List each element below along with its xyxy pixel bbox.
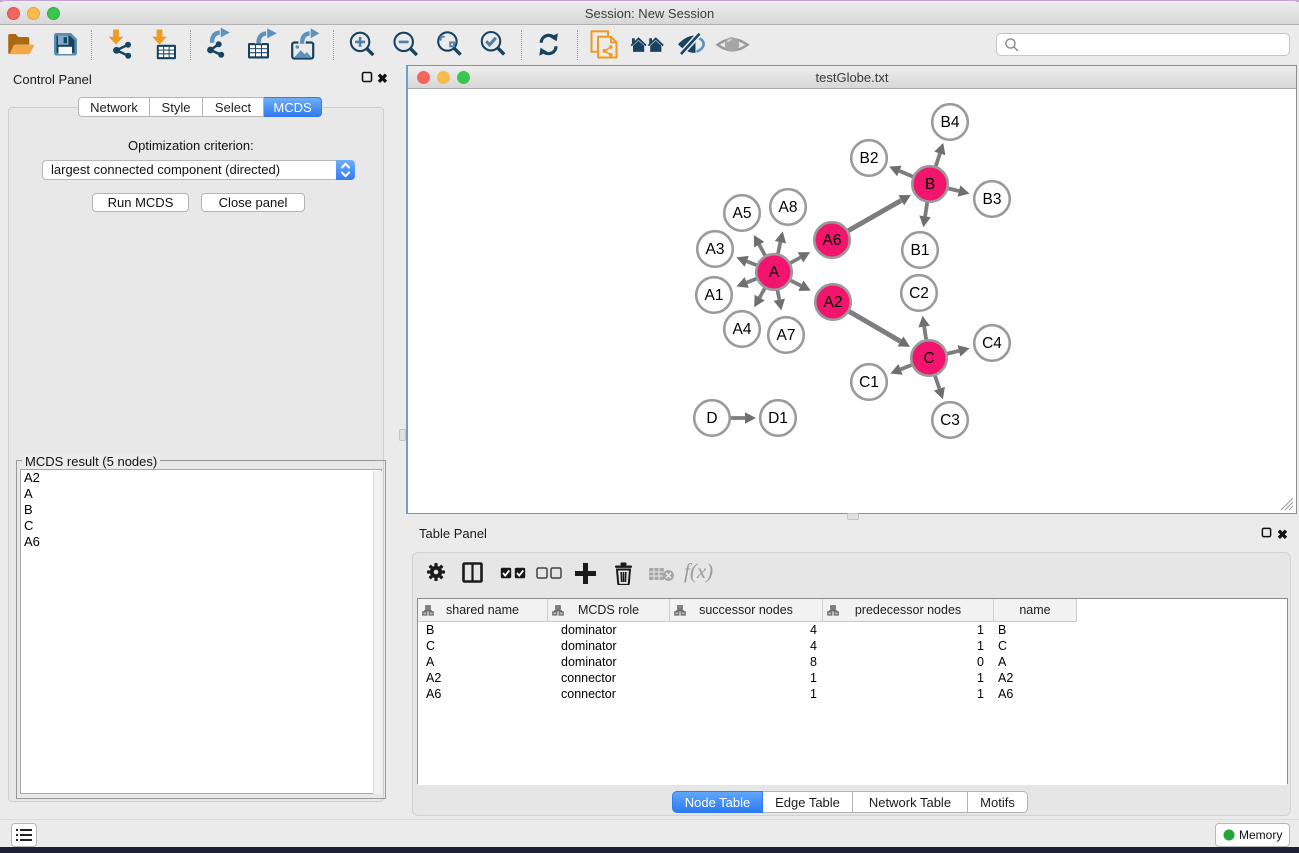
- svg-text:A8: A8: [779, 199, 798, 216]
- svg-text:C4: C4: [982, 335, 1002, 352]
- svg-text:A2: A2: [824, 294, 843, 311]
- svg-text:A: A: [769, 264, 780, 281]
- svg-text:A7: A7: [777, 327, 796, 344]
- svg-text:A4: A4: [733, 321, 752, 338]
- svg-text:C: C: [923, 350, 934, 367]
- svg-text:B3: B3: [983, 191, 1002, 208]
- svg-text:C3: C3: [940, 412, 960, 429]
- svg-text:B2: B2: [860, 150, 879, 167]
- svg-text:A6: A6: [823, 232, 842, 249]
- svg-text:A1: A1: [705, 287, 724, 304]
- svg-text:C2: C2: [909, 285, 929, 302]
- svg-text:A3: A3: [706, 241, 725, 258]
- svg-text:B4: B4: [941, 114, 960, 131]
- svg-text:C1: C1: [859, 374, 879, 391]
- svg-text:A5: A5: [733, 205, 752, 222]
- svg-text:D1: D1: [768, 410, 788, 427]
- svg-text:B1: B1: [911, 242, 930, 259]
- svg-text:D: D: [706, 410, 717, 427]
- svg-text:B: B: [925, 176, 935, 193]
